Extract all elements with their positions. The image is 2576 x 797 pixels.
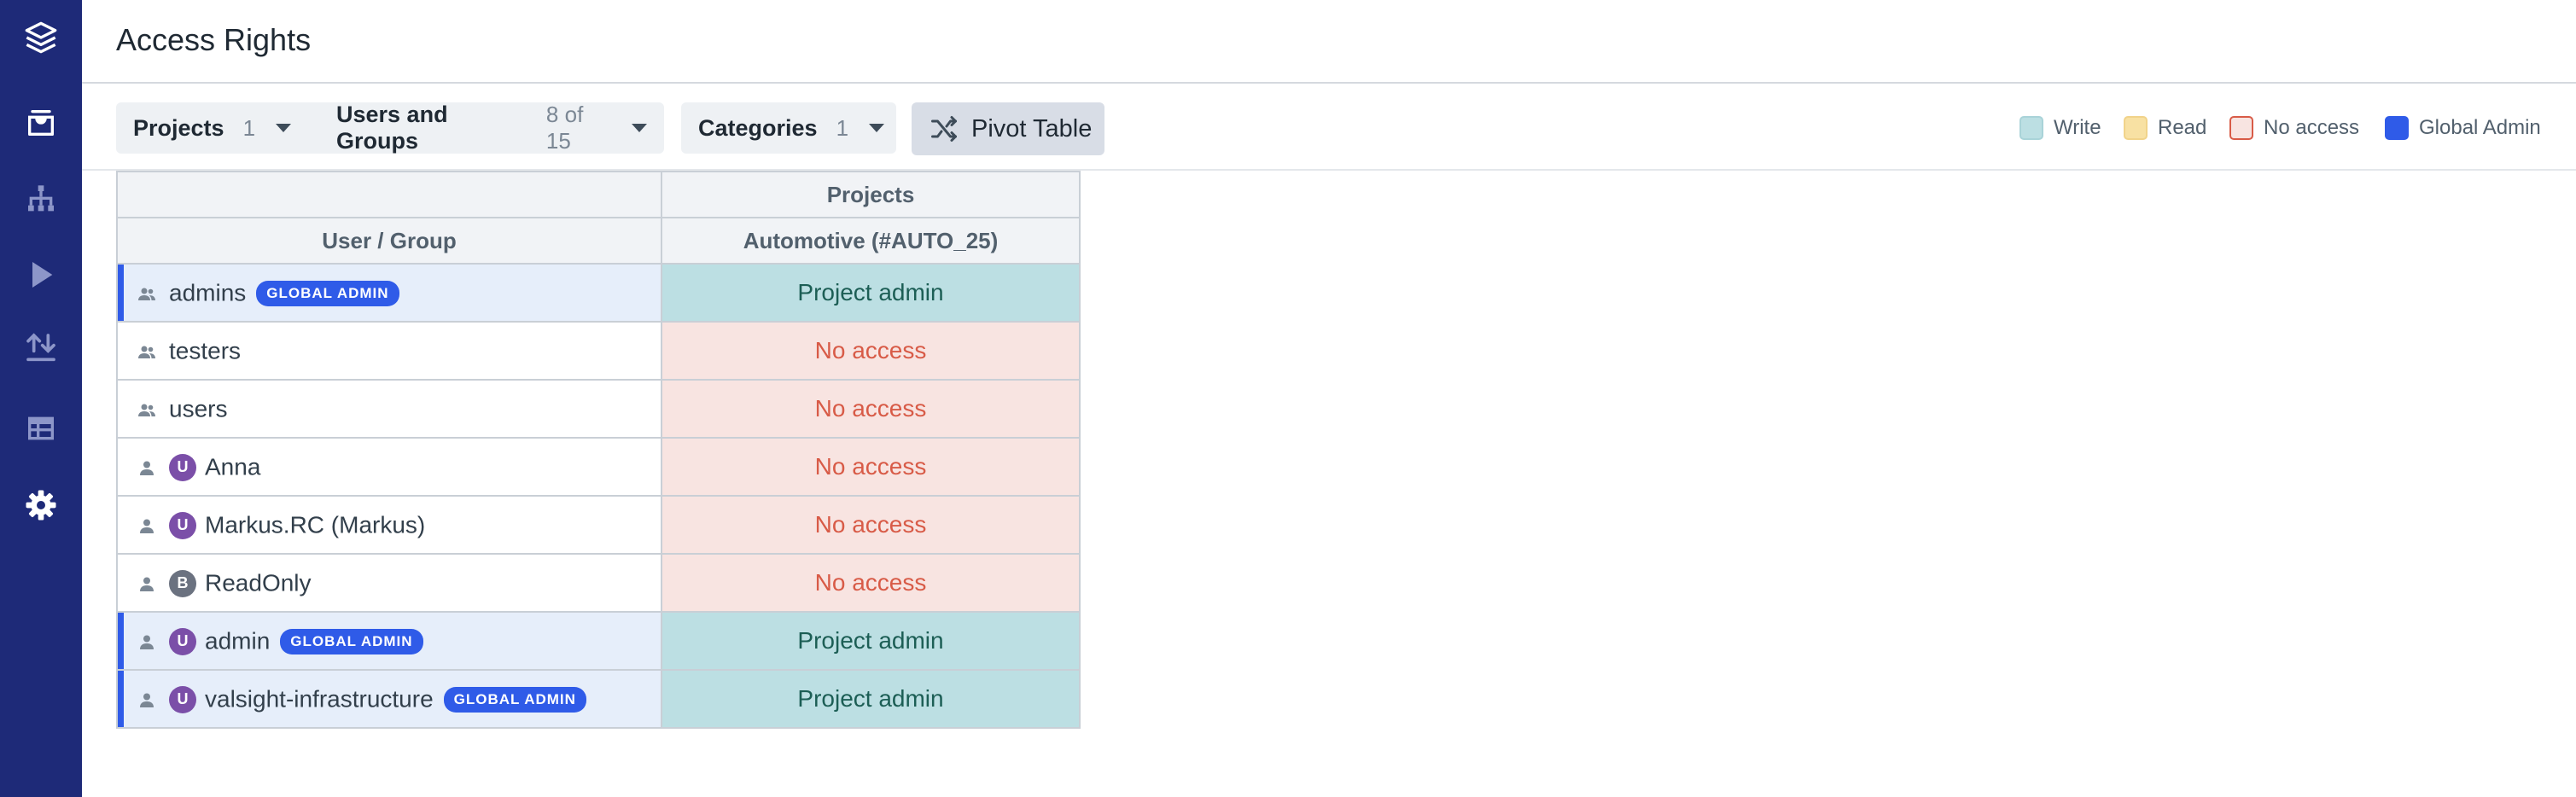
user-group-name: testers bbox=[169, 337, 242, 364]
user-group-name: valsight-infrastructure bbox=[205, 685, 434, 713]
access-cell[interactable]: No access bbox=[661, 321, 1081, 381]
layers-icon[interactable] bbox=[20, 17, 61, 58]
user-group-name: admin bbox=[205, 627, 271, 654]
legend-swatch bbox=[2124, 116, 2148, 140]
toolbar: Projects 1 Users and Groups 8 of 15 Cate… bbox=[82, 85, 2576, 171]
user-group-name: Anna bbox=[205, 453, 261, 480]
table-row[interactable]: testers No access bbox=[116, 321, 1081, 381]
hierarchy-icon[interactable] bbox=[20, 179, 61, 220]
play-icon[interactable] bbox=[20, 254, 61, 295]
user-icon bbox=[137, 457, 157, 478]
inbox-icon[interactable] bbox=[20, 102, 61, 143]
group-icon bbox=[137, 283, 157, 304]
filter-label: Projects bbox=[133, 114, 224, 141]
legend-label: No access bbox=[2264, 116, 2360, 139]
user-group-cell[interactable]: U Anna bbox=[116, 437, 662, 497]
access-cell[interactable]: No access bbox=[661, 553, 1081, 613]
legend-swatch bbox=[2019, 116, 2043, 140]
user-icon bbox=[137, 573, 157, 594]
access-cell[interactable]: Project admin bbox=[661, 611, 1081, 671]
table-icon[interactable] bbox=[20, 408, 61, 449]
user-group-cell[interactable]: admins GLOBAL ADMIN bbox=[116, 263, 662, 323]
user-group-cell[interactable]: users bbox=[116, 379, 662, 439]
pivot-table-button[interactable]: Pivot Table bbox=[912, 102, 1104, 155]
transfer-icon[interactable] bbox=[20, 328, 61, 369]
avatar: U bbox=[169, 511, 196, 539]
legend-swatch bbox=[2385, 116, 2409, 140]
gear-icon[interactable] bbox=[20, 485, 61, 526]
users-groups-filter[interactable]: Users and Groups 8 of 15 bbox=[319, 102, 664, 154]
group-icon bbox=[137, 341, 157, 362]
avatar: B bbox=[169, 569, 196, 597]
sidebar bbox=[0, 0, 82, 797]
chevron-down-icon bbox=[632, 124, 647, 132]
categories-filter[interactable]: Categories 1 bbox=[681, 102, 896, 154]
table-row[interactable]: U Anna No access bbox=[116, 437, 1081, 497]
legend-label: Read bbox=[2158, 116, 2207, 139]
user-group-cell[interactable]: Uadmin GLOBAL ADMIN bbox=[116, 611, 662, 671]
access-cell[interactable]: No access bbox=[661, 495, 1081, 555]
table-row[interactable]: admins GLOBAL ADMIN Project admin bbox=[116, 263, 1081, 323]
global-admin-badge: GLOBAL ADMIN bbox=[443, 686, 586, 713]
user-group-name: Markus.RC (Markus) bbox=[205, 511, 426, 538]
filter-count: 1 bbox=[836, 114, 849, 141]
user-group-cell[interactable]: U Markus.RC (Markus) bbox=[116, 495, 662, 555]
user-group-cell[interactable]: B ReadOnly bbox=[116, 553, 662, 613]
table-row[interactable]: users No access bbox=[116, 379, 1081, 439]
projects-group-header: Projects bbox=[661, 171, 1081, 218]
legend-write: Write bbox=[2019, 116, 2101, 140]
user-group-cell[interactable]: Uvalsight-infrastructure GLOBAL ADMIN bbox=[116, 669, 662, 729]
legend-global-admin: Global Admin bbox=[2385, 116, 2541, 140]
access-rights-table: Projects User / Group Automotive (#AUTO_… bbox=[116, 171, 1081, 729]
project-column-header: Automotive (#AUTO_25) bbox=[661, 217, 1081, 265]
legend-swatch bbox=[2229, 116, 2253, 140]
user-group-name: users bbox=[169, 395, 228, 422]
table-row[interactable]: B ReadOnly No access bbox=[116, 553, 1081, 613]
group-icon bbox=[137, 399, 157, 420]
avatar: U bbox=[169, 453, 196, 481]
corner-header bbox=[116, 171, 662, 218]
user-icon bbox=[137, 631, 157, 652]
filter-count: 8 of 15 bbox=[545, 102, 584, 154]
filter-count: 1 bbox=[242, 114, 256, 141]
legend-label: Write bbox=[2054, 116, 2101, 139]
chevron-down-icon bbox=[276, 124, 292, 132]
table-row[interactable]: U Markus.RC (Markus) No access bbox=[116, 495, 1081, 555]
user-group-cell[interactable]: testers bbox=[116, 321, 662, 381]
table-row[interactable]: Uvalsight-infrastructure GLOBAL ADMIN Proj… bbox=[116, 669, 1081, 729]
user-group-name: ReadOnly bbox=[205, 569, 312, 596]
user-group-name: admins bbox=[169, 279, 247, 306]
user-icon bbox=[137, 689, 157, 710]
global-admin-badge: GLOBAL ADMIN bbox=[256, 280, 399, 306]
legend-label: Global Admin bbox=[2419, 116, 2541, 139]
access-cell[interactable]: Project admin bbox=[661, 263, 1081, 323]
filter-label: Users and Groups bbox=[336, 102, 448, 154]
table-row[interactable]: Uadmin GLOBAL ADMIN Project admin bbox=[116, 611, 1081, 671]
avatar: U bbox=[169, 627, 196, 655]
user-group-header: User / Group bbox=[116, 217, 662, 265]
legend-read: Read bbox=[2124, 116, 2206, 140]
user-icon bbox=[137, 515, 157, 536]
access-cell[interactable]: Project admin bbox=[661, 669, 1081, 729]
shuffle-icon bbox=[931, 116, 957, 142]
page-title: Access Rights bbox=[116, 22, 312, 57]
chevron-down-icon bbox=[869, 124, 885, 132]
access-cell[interactable]: No access bbox=[661, 437, 1081, 497]
global-admin-badge: GLOBAL ADMIN bbox=[280, 628, 423, 654]
access-cell[interactable]: No access bbox=[661, 379, 1081, 439]
filter-label: Categories bbox=[698, 114, 818, 141]
avatar: U bbox=[169, 685, 196, 713]
pivot-table-label: Pivot Table bbox=[971, 114, 1093, 143]
page-header: Access Rights bbox=[82, 0, 2576, 84]
legend-no-access: No access bbox=[2229, 116, 2359, 140]
